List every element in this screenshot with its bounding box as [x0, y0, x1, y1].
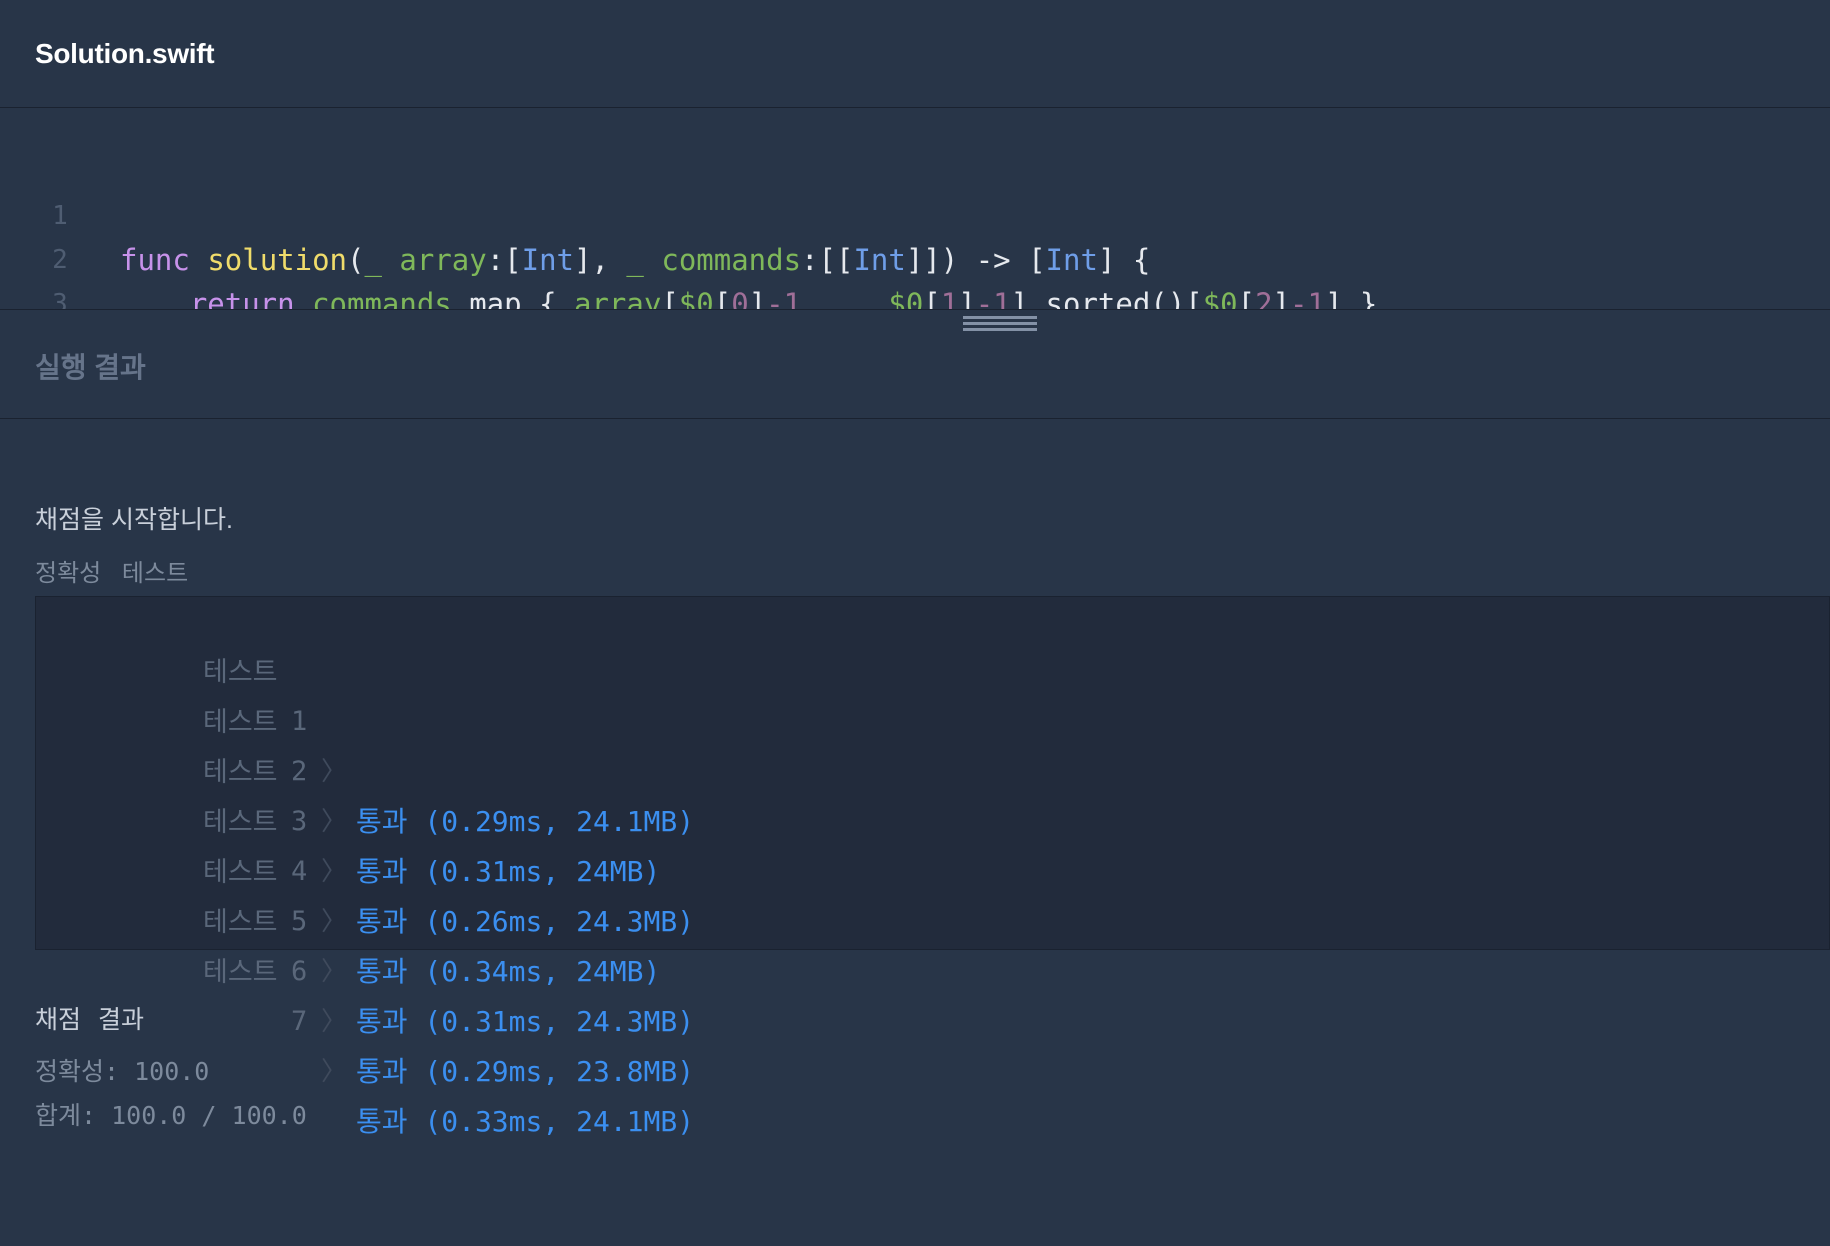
- test-row: 테스트 3 〉 통과 (0.26ms, 24.3MB): [36, 697, 694, 938]
- test-result: 통과 (0.31ms, 24.3MB): [356, 1005, 695, 1038]
- test-number: 7: [291, 1006, 308, 1037]
- result-title: 실행 결과: [35, 352, 146, 383]
- chevron-right-icon: 〉: [321, 957, 348, 987]
- test-label: 테스트: [203, 957, 278, 987]
- test-row: 테스트 2 〉 통과 (0.31ms, 24MB): [36, 647, 660, 888]
- file-header: Solution.swift: [0, 0, 1830, 108]
- code-line-2[interactable]: 2 return commands.map { array[$0[0]-1 ..…: [0, 194, 1377, 309]
- test-row: 테스트 5 〉 통과 (0.31ms, 24.3MB): [36, 797, 694, 1038]
- code-text: return commands.map { array[$0[0]-1 ... …: [189, 287, 1378, 310]
- test-row: 테스트 1 〉 통과 (0.29ms, 24.1MB): [36, 597, 694, 838]
- test-number: 3: [291, 806, 308, 837]
- test-label: 테스트: [203, 907, 278, 937]
- test-result: 통과 (0.29ms, 23.8MB): [356, 1055, 695, 1088]
- test-row: 테스트 6 〉 통과 (0.29ms, 23.8MB): [36, 847, 694, 1088]
- accuracy-score: 정확성: 100.0: [35, 1057, 210, 1086]
- chevron-right-icon: 〉: [321, 907, 348, 937]
- test-label: 테스트: [203, 807, 278, 837]
- code-line-1[interactable]: 1 func solution(_ array:[Int], _ command…: [0, 150, 1150, 277]
- chevron-right-icon: 〉: [321, 1057, 348, 1087]
- test-number: 5: [291, 906, 308, 937]
- chevron-right-icon: 〉: [321, 757, 348, 787]
- chevron-right-icon: 〉: [321, 1007, 348, 1037]
- test-number: 2: [291, 756, 308, 787]
- test-label: 테스트: [203, 657, 278, 687]
- test-results-box: 테스트 1 〉 통과 (0.29ms, 24.1MB) 테스트 2 〉 통과 (…: [35, 596, 1830, 1138]
- grading-start-message: 채점을 시작합니다.: [35, 506, 233, 534]
- code-line-3[interactable]: 3 }: [0, 238, 105, 309]
- accuracy-test-label: 정확성 테스트: [35, 560, 189, 587]
- test-number: 1: [291, 706, 308, 737]
- test-row: 테스트 4 〉 통과 (0.34ms, 24MB): [36, 747, 660, 988]
- code-editor[interactable]: 1 func solution(_ array:[Int], _ command…: [0, 109, 1830, 310]
- test-number: 4: [291, 856, 308, 887]
- code-text: func solution(_ array:[Int], _ commands:…: [120, 243, 1151, 277]
- test-result: 통과 (0.26ms, 24.3MB): [356, 905, 695, 938]
- test-result: 통과 (0.33ms, 24.1MB): [356, 1105, 695, 1138]
- result-panel-header: 실행 결과: [0, 310, 1830, 419]
- drag-handle-icon[interactable]: [963, 316, 1037, 336]
- file-name: Solution.swift: [35, 38, 215, 69]
- test-result: 통과 (0.31ms, 24MB): [356, 855, 661, 888]
- test-label: 테스트: [203, 857, 278, 887]
- test-number: 6: [291, 956, 308, 987]
- code-line-4[interactable]: 4: [0, 282, 105, 309]
- test-label: 테스트: [203, 707, 278, 737]
- test-label: 테스트: [203, 757, 278, 787]
- result-output: 채점을 시작합니다. 정확성 테스트 테스트 1 〉 통과 (0.29ms, 2…: [0, 420, 1830, 1246]
- editor-page: Solution.swift 1 func solution(_ array:[…: [0, 0, 1830, 1246]
- test-row: 테스트 7 〉 통과 (0.33ms, 24.1MB): [36, 897, 694, 1138]
- test-result: 통과 (0.34ms, 24MB): [356, 955, 661, 988]
- chevron-right-icon: 〉: [321, 807, 348, 837]
- grading-result-title: 채점 결과: [35, 1006, 144, 1034]
- total-score: 합계: 100.0 / 100.0: [35, 1101, 307, 1130]
- chevron-right-icon: 〉: [321, 857, 348, 887]
- test-result: 통과 (0.29ms, 24.1MB): [356, 805, 695, 838]
